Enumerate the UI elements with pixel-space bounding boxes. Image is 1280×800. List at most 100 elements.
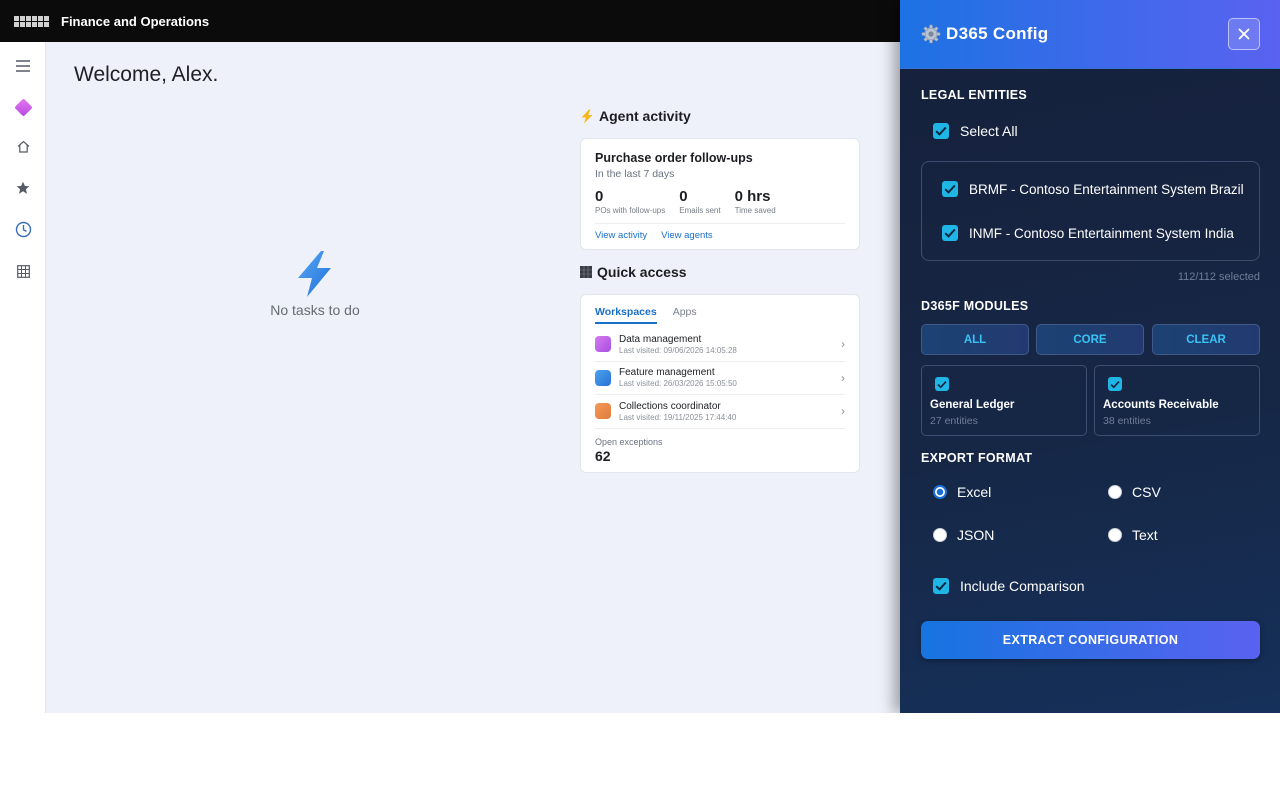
workspace-list: Data management Last visited: 09/06/2026… <box>595 328 845 429</box>
entity-item[interactable]: INMF - Contoso Entertainment System Indi… <box>942 225 1234 241</box>
radio-csv[interactable] <box>1108 485 1122 499</box>
panel-header: D365 Config <box>900 0 1280 69</box>
panel-title: D365 Config <box>921 24 1048 44</box>
entity-label: INMF - Contoso Entertainment System Indi… <box>969 225 1234 241</box>
workspace-icon <box>595 369 611 386</box>
stat-value: 0 hrs <box>734 188 771 205</box>
stat-label: POs with follow-ups <box>595 206 666 215</box>
chevron-right-icon: › <box>841 404 845 419</box>
d365-config-panel: D365 Config LEGAL ENTITIES Select All BR… <box>900 0 1280 713</box>
open-exceptions-value: 62 <box>595 447 611 464</box>
app-title: Finance and Operations <box>61 13 210 29</box>
stat-pos-followups: 0 POs with follow-ups <box>595 188 665 215</box>
entity-label: BRMF - Contoso Entertainment System Braz… <box>969 181 1244 197</box>
chevron-right-icon: › <box>841 337 845 352</box>
workspace-last-visited: Last visited: 09/06/2026 14:05:28 <box>619 345 737 355</box>
include-comparison-row[interactable]: Include Comparison <box>933 578 1085 594</box>
select-all-checkbox[interactable] <box>933 123 949 139</box>
grid-icon <box>580 266 592 278</box>
menu-icon[interactable] <box>0 51 46 81</box>
quick-access-card: Workspaces Apps Data management Last vis… <box>580 294 860 473</box>
view-agents-link[interactable]: View agents <box>661 230 713 241</box>
export-format-heading: EXPORT FORMAT <box>921 451 1033 465</box>
workspace-last-visited: Last visited: 26/03/2026 15:05:50 <box>619 379 737 389</box>
card-subtitle: In the last 7 days <box>595 168 675 180</box>
workspace-item[interactable]: Collections coordinator Last visited: 19… <box>595 395 845 429</box>
tab-workspaces[interactable]: Workspaces <box>595 303 657 324</box>
format-label: JSON <box>957 527 995 543</box>
chevron-right-icon: › <box>841 370 845 385</box>
card-links: View activity View agents <box>595 223 845 241</box>
radio-json[interactable] <box>933 528 947 542</box>
format-option-csv[interactable]: CSV <box>1108 484 1161 500</box>
module-checkbox[interactable] <box>935 377 949 391</box>
recent-icon[interactable] <box>0 214 46 244</box>
format-label: CSV <box>1132 484 1161 500</box>
all-modules-button[interactable]: ALL <box>921 324 1029 355</box>
workspace-name: Data management <box>619 333 702 345</box>
include-comparison-checkbox[interactable] <box>933 578 949 594</box>
format-option-text[interactable]: Text <box>1108 527 1158 543</box>
left-nav-rail <box>0 42 46 713</box>
agent-activity-card: Purchase order follow-ups In the last 7 … <box>580 138 860 250</box>
module-card-accounts-receivable[interactable]: Accounts Receivable 38 entities <box>1094 365 1260 436</box>
quick-access-title: Quick access <box>597 264 687 280</box>
module-card-general-ledger[interactable]: General Ledger 27 entities <box>921 365 1087 436</box>
no-tasks-panel: No tasks to do <box>230 250 400 318</box>
workspace-last-visited: Last visited: 19/11/2025 17:44:40 <box>619 412 737 422</box>
include-comparison-label: Include Comparison <box>960 578 1085 594</box>
legal-entities-heading: LEGAL ENTITIES <box>921 88 1028 102</box>
view-activity-link[interactable]: View activity <box>595 230 647 241</box>
no-tasks-label: No tasks to do <box>270 302 360 318</box>
format-option-json[interactable]: JSON <box>933 527 994 543</box>
stats-row: 0 POs with follow-ups 0 Emails sent 0 hr… <box>595 188 845 215</box>
format-option-excel[interactable]: Excel <box>933 484 991 500</box>
clear-modules-button[interactable]: CLEAR <box>1152 324 1260 355</box>
radio-excel[interactable] <box>933 485 947 499</box>
close-button[interactable] <box>1228 18 1260 50</box>
workspace-icon <box>595 403 611 420</box>
radio-text[interactable] <box>1108 528 1122 542</box>
modules-heading: D365F MODULES <box>921 299 1029 313</box>
card-title: Purchase order follow-ups <box>595 151 753 165</box>
entity-item[interactable]: BRMF - Contoso Entertainment System Braz… <box>942 181 1244 197</box>
star-icon[interactable] <box>0 173 46 203</box>
open-exceptions-label: Open exceptions <box>595 436 663 447</box>
stat-emails-sent: 0 Emails sent <box>679 188 720 215</box>
home-icon[interactable] <box>0 131 46 161</box>
copilot-icon[interactable] <box>0 92 46 122</box>
core-modules-button[interactable]: CORE <box>1036 324 1144 355</box>
module-name: General Ledger <box>930 399 1015 411</box>
stat-time-saved: 0 hrs Time saved <box>735 188 776 215</box>
select-all-row[interactable]: Select All <box>933 123 1018 139</box>
entity-checkbox[interactable] <box>942 225 958 241</box>
select-all-label: Select All <box>960 123 1018 139</box>
quick-access-tabs: Workspaces Apps <box>595 303 845 324</box>
tab-apps[interactable]: Apps <box>673 303 697 324</box>
module-name: Accounts Receivable <box>1103 399 1219 411</box>
stat-value: 0 <box>679 188 688 205</box>
entity-list: BRMF - Contoso Entertainment System Braz… <box>921 161 1260 261</box>
workspace-name: Collections coordinator <box>619 400 721 412</box>
workspace-icon <box>595 336 611 353</box>
module-count: 38 entities <box>1103 415 1151 427</box>
entity-checkbox[interactable] <box>942 181 958 197</box>
module-checkbox[interactable] <box>1108 377 1122 391</box>
close-icon <box>1238 28 1250 40</box>
stat-label: Emails sent <box>679 206 721 215</box>
app-launcher-icon[interactable] <box>14 15 49 27</box>
welcome-heading: Welcome, Alex. <box>74 63 219 86</box>
workspace-item[interactable]: Data management Last visited: 09/06/2026… <box>595 328 845 362</box>
panel-title-text: D365 Config <box>946 24 1049 43</box>
quick-access-heading: Quick access <box>580 264 687 280</box>
gear-icon <box>921 24 941 44</box>
module-count: 27 entities <box>930 415 978 427</box>
format-label: Text <box>1132 527 1158 543</box>
lightning-icon <box>581 109 593 123</box>
extract-configuration-button[interactable]: EXTRACT CONFIGURATION <box>921 621 1260 659</box>
lightning-icon <box>298 251 331 297</box>
format-label: Excel <box>957 484 992 500</box>
workspace-item[interactable]: Feature management Last visited: 26/03/2… <box>595 362 845 395</box>
agent-activity-title: Agent activity <box>599 108 691 124</box>
grid-icon[interactable] <box>0 256 46 286</box>
